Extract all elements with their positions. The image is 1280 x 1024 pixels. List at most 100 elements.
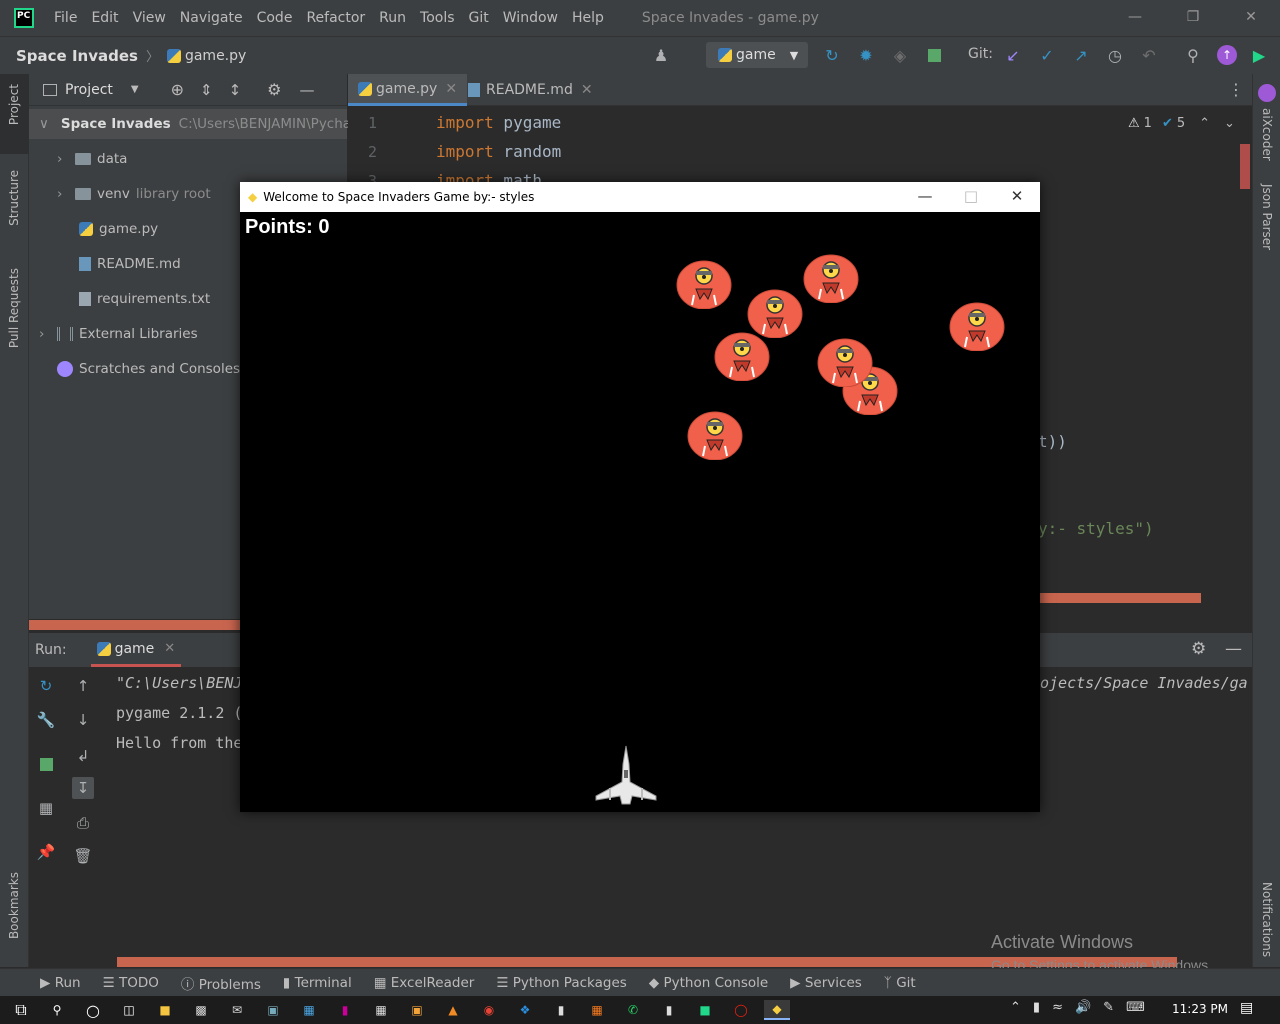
tool-tab-structure[interactable]: Structure (7, 170, 21, 226)
prev-highlight-icon[interactable]: ⌃ (1199, 116, 1210, 131)
tool-tab-pull-requests[interactable]: Pull Requests (7, 268, 21, 348)
menu-refactor[interactable]: Refactor (306, 10, 365, 26)
settings-gear-icon[interactable]: ⚙ (1191, 639, 1206, 659)
tree-item-venv[interactable]: › venv library root (57, 179, 211, 209)
project-view-title[interactable]: Project (65, 82, 113, 98)
expand-all-icon[interactable]: ⇕ (200, 81, 213, 99)
locate-icon[interactable]: ⊕ (171, 80, 184, 99)
tree-item-readme[interactable]: README.md (79, 249, 181, 279)
pen-icon[interactable]: ✎ (1103, 1000, 1114, 1015)
search-icon[interactable]: ⚲ (1182, 44, 1204, 66)
whatsapp-icon[interactable]: ✆ (620, 1000, 646, 1020)
tool-tab-problems[interactable]: ⓘ Problems (181, 973, 261, 993)
tab-readme-md[interactable]: README.md ✕ (458, 74, 603, 106)
rerun-icon[interactable]: ↻ (35, 675, 57, 697)
hide-panel-icon[interactable]: — (1225, 639, 1242, 659)
git-commit-icon[interactable]: ✓ (1036, 44, 1058, 66)
menu-window[interactable]: Window (503, 10, 558, 26)
app-icon[interactable]: ▦ (296, 1000, 322, 1020)
vscode-icon[interactable]: ❖ (512, 1000, 538, 1020)
chrome-icon[interactable]: ◉ (476, 1000, 502, 1020)
restore-icon[interactable]: ❐ (1164, 0, 1222, 36)
tool-tab-run[interactable]: ▶ Run (40, 975, 81, 991)
stop-icon[interactable] (35, 753, 57, 775)
soft-wrap-icon[interactable]: ↲ (72, 745, 94, 767)
opera-icon[interactable]: ◯ (728, 1000, 754, 1020)
clock[interactable]: 11:23 PM (1172, 1002, 1228, 1016)
tray-expand-icon[interactable]: ⌃ (1010, 1000, 1021, 1015)
user-icon[interactable]: ♟ (650, 44, 672, 66)
powershell-icon[interactable]: ▮ (332, 1000, 358, 1020)
menu-code[interactable]: Code (257, 10, 293, 26)
vlc-icon[interactable]: ▲ (440, 1000, 466, 1020)
next-highlight-icon[interactable]: ⌄ (1224, 116, 1235, 131)
tool-tab-bookmarks[interactable]: Bookmarks (7, 872, 21, 939)
tree-item-data[interactable]: › data (57, 144, 127, 174)
menu-git[interactable]: Git (469, 10, 489, 26)
rollback-icon[interactable]: ↶ (1138, 44, 1160, 66)
search-icon[interactable]: ⚲ (44, 1000, 70, 1020)
rerun-icon[interactable]: ↻ (821, 44, 843, 66)
close-icon[interactable]: ✕ (994, 182, 1040, 212)
close-icon[interactable]: ✕ (1222, 0, 1280, 36)
cortana-icon[interactable]: ○ (80, 1000, 106, 1020)
photos-icon[interactable]: ▣ (260, 1000, 286, 1020)
tool-tab-json-parser[interactable]: Json Parser (1260, 184, 1274, 250)
app-icon[interactable]: ▮ (656, 1000, 682, 1020)
notifications-icon[interactable]: ▤ (1240, 1000, 1253, 1016)
coverage-icon[interactable]: ◈ (889, 44, 911, 66)
tree-item-root[interactable]: ∨ Space Invades C:\Users\BENJAMIN\Pycha (29, 109, 351, 139)
layout-icon[interactable]: ▦ (35, 797, 57, 819)
tool-tab-project[interactable]: Project (7, 84, 21, 125)
close-tab-icon[interactable]: ✕ (164, 641, 175, 656)
volume-icon[interactable]: 🔊 (1075, 1000, 1091, 1015)
wrench-icon[interactable]: 🔧 (35, 709, 57, 731)
settings-gear-icon[interactable]: ⚙ (267, 80, 281, 99)
task-view-icon[interactable]: ◫ (116, 1000, 142, 1020)
close-tab-icon[interactable]: ✕ (445, 81, 457, 97)
debug-icon[interactable]: ✹ (855, 44, 877, 66)
breadcrumb-project[interactable]: Space Invades (16, 47, 138, 65)
close-tab-icon[interactable]: ✕ (581, 82, 593, 98)
menu-help[interactable]: Help (572, 10, 604, 26)
tool-tab-notifications[interactable]: Notifications (1260, 882, 1274, 957)
mail-icon[interactable]: ✉ (224, 1000, 250, 1020)
calculator-icon[interactable]: ▦ (368, 1000, 394, 1020)
pycharm-icon[interactable]: ■ (692, 1000, 718, 1020)
tool-tab-services[interactable]: ▶ Services (790, 975, 862, 991)
down-arrow-icon[interactable]: ↓ (72, 709, 94, 731)
game-window[interactable]: ◆ Welcome to Space Invaders Game by:- st… (240, 182, 1040, 812)
tool-tab-python-console[interactable]: ◆ Python Console (649, 975, 768, 991)
cmd-icon[interactable]: ▮ (548, 1000, 574, 1020)
trash-icon[interactable]: 🗑 (72, 845, 94, 867)
hide-panel-icon[interactable]: — (300, 81, 315, 99)
windows-start-icon[interactable]: ⧉ (8, 1000, 34, 1020)
menu-edit[interactable]: Edit (91, 10, 118, 26)
run-tab-game[interactable]: game ✕ (90, 633, 182, 667)
run-config-select[interactable]: game ▼ (706, 42, 808, 68)
print-icon[interactable]: ⎙ (72, 812, 94, 834)
tool-tab-git[interactable]: ᛉ Git (884, 975, 916, 991)
git-push-icon[interactable]: ↗ (1070, 44, 1092, 66)
git-update-icon[interactable]: ↙ (1002, 44, 1024, 66)
tool-tab-aixcoder[interactable]: aiXcoder (1260, 108, 1274, 161)
store-icon[interactable]: ▩ (188, 1000, 214, 1020)
plugin-icon[interactable]: ▶ (1248, 44, 1270, 66)
battery-icon[interactable]: ▮ (1033, 1000, 1040, 1015)
tree-item-scratches[interactable]: Scratches and Consoles (57, 354, 240, 384)
tool-tab-todo[interactable]: ☰ TODO (103, 975, 159, 991)
tree-item-requirements[interactable]: requirements.txt (79, 284, 210, 314)
file-explorer-icon[interactable]: ■ (152, 1000, 178, 1020)
tree-item-external-libraries[interactable]: › External Libraries (39, 319, 198, 349)
illustrator-icon[interactable]: ▦ (584, 1000, 610, 1020)
minimize-icon[interactable]: — (1106, 0, 1164, 36)
minimize-icon[interactable]: — (902, 182, 948, 212)
tool-tab-excelreader[interactable]: ▦ ExcelReader (374, 975, 475, 991)
menu-tools[interactable]: Tools (420, 10, 455, 26)
scroll-to-end-icon[interactable]: ↧ (72, 777, 94, 799)
keyboard-icon[interactable]: ⌨ (1126, 1000, 1145, 1015)
menu-run[interactable]: Run (379, 10, 406, 26)
horizontal-scrollbar[interactable] (1040, 593, 1201, 603)
wifi-icon[interactable]: ≈ (1052, 1000, 1063, 1015)
inspection-widget[interactable]: ⚠ 1 ✔ 5 ⌃ ⌄ (1128, 116, 1235, 131)
